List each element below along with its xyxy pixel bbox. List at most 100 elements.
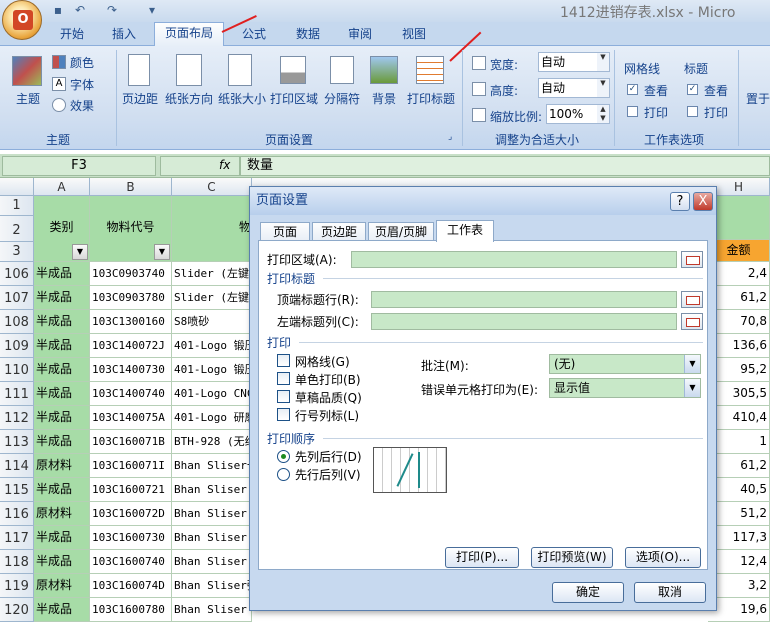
cell-category[interactable]: 半成品 bbox=[34, 286, 90, 310]
cell-category[interactable]: 半成品 bbox=[34, 478, 90, 502]
cell-category[interactable]: 半成品 bbox=[34, 382, 90, 406]
cell-category[interactable]: 半成品 bbox=[34, 334, 90, 358]
cell-category[interactable]: 半成品 bbox=[34, 358, 90, 382]
cell-material-code[interactable]: 103C1600780 bbox=[90, 598, 172, 622]
cell-amount[interactable]: 117,3 bbox=[708, 526, 770, 550]
row-header[interactable]: 113 bbox=[0, 430, 34, 454]
page-setup-launcher-icon[interactable]: ⌟ bbox=[448, 132, 452, 142]
row-header[interactable]: 115 bbox=[0, 478, 34, 502]
column-header[interactable]: C bbox=[172, 178, 252, 196]
row-header[interactable]: 1 bbox=[0, 196, 34, 216]
tab-data[interactable]: 数据 bbox=[286, 24, 330, 46]
cell-amount[interactable]: 136,6 bbox=[708, 334, 770, 358]
orientation-button[interactable]: 纸张方向 bbox=[162, 90, 216, 107]
cell-amount[interactable]: 19,6 bbox=[708, 598, 770, 622]
cell-amount[interactable]: 2,4 bbox=[708, 262, 770, 286]
column-header[interactable]: A bbox=[34, 178, 90, 196]
cell-amount[interactable]: 95,2 bbox=[708, 358, 770, 382]
row-header[interactable]: 107 bbox=[0, 286, 34, 310]
cell-material-code[interactable]: 103C1400730 bbox=[90, 358, 172, 382]
print-titles-button[interactable]: 打印标题 bbox=[404, 90, 458, 107]
cell-material-code[interactable]: 103C140072J bbox=[90, 334, 172, 358]
cell-amount[interactable]: 305,5 bbox=[708, 382, 770, 406]
row-header[interactable]: 119 bbox=[0, 574, 34, 598]
print-area-input[interactable] bbox=[351, 251, 677, 268]
cell-material-code[interactable]: 103C1300160 bbox=[90, 310, 172, 334]
office-button[interactable]: O bbox=[2, 0, 42, 40]
tab-insert[interactable]: 插入 bbox=[104, 24, 144, 46]
collapse-dialog-icon[interactable] bbox=[681, 251, 703, 268]
width-select[interactable]: 自动 ▼ bbox=[538, 52, 610, 72]
cell-material-code[interactable]: 103C0903780 bbox=[90, 286, 172, 310]
customize-qat-icon[interactable]: ▾ bbox=[144, 2, 160, 18]
row-header[interactable]: 118 bbox=[0, 550, 34, 574]
row-header[interactable]: 2 bbox=[0, 216, 34, 242]
over-then-down-radio[interactable] bbox=[277, 468, 290, 481]
row-header[interactable]: 3 bbox=[0, 242, 34, 262]
row-header[interactable]: 117 bbox=[0, 526, 34, 550]
cell-amount[interactable]: 70,8 bbox=[708, 310, 770, 334]
print-button[interactable]: 打印(P)... bbox=[445, 547, 519, 568]
tab-review[interactable]: 审阅 bbox=[338, 24, 382, 46]
collapse-dialog-icon[interactable] bbox=[681, 313, 703, 330]
fx-button-area[interactable]: fx bbox=[160, 156, 240, 176]
row-header[interactable]: 120 bbox=[0, 598, 34, 622]
bring-forward-button[interactable]: 置于 bbox=[746, 90, 770, 107]
draft-quality-checkbox[interactable] bbox=[277, 390, 290, 403]
cell-category[interactable]: 半成品 bbox=[34, 310, 90, 334]
fonts-button[interactable]: 字体 bbox=[70, 76, 94, 93]
cell-material-code[interactable]: 103C140075A bbox=[90, 406, 172, 430]
cell-category[interactable]: 半成品 bbox=[34, 262, 90, 286]
filter-dropdown-icon[interactable]: ▼ bbox=[154, 244, 170, 260]
row-header[interactable]: 110 bbox=[0, 358, 34, 382]
fx-icon[interactable]: fx bbox=[219, 158, 230, 172]
themes-button[interactable]: 主题 bbox=[8, 90, 48, 107]
help-icon[interactable]: ? bbox=[670, 192, 690, 211]
cell-amount[interactable]: 61,2 bbox=[708, 286, 770, 310]
cell-material-name[interactable]: 401-Logo 研磨 bbox=[172, 406, 252, 430]
cell-material-name[interactable]: Bhan Sliser ( bbox=[172, 502, 252, 526]
column-header[interactable]: H bbox=[708, 178, 770, 196]
cell-material-name[interactable]: Bhan Sliser ( bbox=[172, 550, 252, 574]
cell-category[interactable]: 原材料 bbox=[34, 454, 90, 478]
cell-material-code[interactable]: 103C1600730 bbox=[90, 526, 172, 550]
cell-material-code[interactable]: 103C0903740 bbox=[90, 262, 172, 286]
rows-to-repeat-input[interactable] bbox=[371, 291, 677, 308]
column-header[interactable]: B bbox=[90, 178, 172, 196]
row-header[interactable]: 116 bbox=[0, 502, 34, 526]
size-button[interactable]: 纸张大小 bbox=[216, 90, 268, 107]
black-white-checkbox[interactable] bbox=[277, 372, 290, 385]
cell-category[interactable]: 半成品 bbox=[34, 406, 90, 430]
gridlines-checkbox[interactable] bbox=[277, 354, 290, 367]
cell-material-code[interactable]: 103C1600721 bbox=[90, 478, 172, 502]
cell-material-name[interactable]: 401-Logo CNC bbox=[172, 382, 252, 406]
cell-amount[interactable]: 40,5 bbox=[708, 478, 770, 502]
down-then-over-radio[interactable] bbox=[277, 450, 290, 463]
cell-material-code[interactable]: 103C1600740 bbox=[90, 550, 172, 574]
dialog-tab-margins[interactable]: 页边距 bbox=[312, 222, 366, 241]
name-box[interactable]: F3 bbox=[2, 156, 156, 176]
cell-category[interactable]: 半成品 bbox=[34, 430, 90, 454]
margins-button[interactable]: 页边距 bbox=[118, 90, 162, 107]
headings-view-checkbox[interactable]: ✓ bbox=[687, 84, 698, 95]
row-header[interactable]: 106 bbox=[0, 262, 34, 286]
columns-to-repeat-input[interactable] bbox=[371, 313, 677, 330]
cell-amount[interactable]: 3,2 bbox=[708, 574, 770, 598]
cell-material-name[interactable]: Bhan Sliser弹 bbox=[172, 574, 252, 598]
row-header[interactable]: 112 bbox=[0, 406, 34, 430]
cell-amount[interactable]: 51,2 bbox=[708, 502, 770, 526]
tab-formulas[interactable]: 公式 bbox=[232, 24, 276, 46]
options-button[interactable]: 选项(O)... bbox=[625, 547, 701, 568]
cell-material-name[interactable]: 401-Logo 锻压 bbox=[172, 334, 252, 358]
formula-input[interactable]: 数量 bbox=[240, 156, 770, 176]
cell-amount[interactable]: 61,2 bbox=[708, 454, 770, 478]
cell-category[interactable]: 半成品 bbox=[34, 598, 90, 622]
collapse-dialog-icon[interactable] bbox=[681, 291, 703, 308]
cell-material-name[interactable]: Bhan Sliser卡 bbox=[172, 454, 252, 478]
ok-button[interactable]: 确定 bbox=[552, 582, 624, 603]
cell-material-code[interactable]: 103C160071I bbox=[90, 454, 172, 478]
row-col-headings-checkbox[interactable] bbox=[277, 408, 290, 421]
cell-category[interactable]: 半成品 bbox=[34, 550, 90, 574]
dialog-tab-sheet[interactable]: 工作表 bbox=[436, 220, 494, 242]
row-header[interactable]: 109 bbox=[0, 334, 34, 358]
